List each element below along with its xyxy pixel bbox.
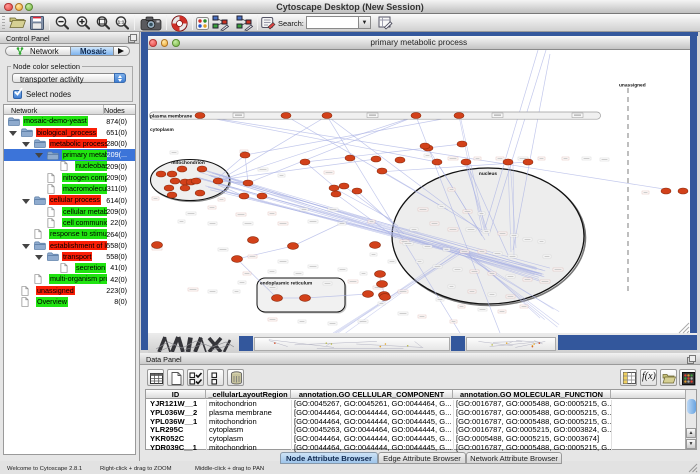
svg-text:nucleus: nucleus — [479, 171, 497, 177]
svg-text:plasma membrane: plasma membrane — [150, 114, 192, 120]
svg-text:mitochondrion: mitochondrion — [171, 160, 205, 166]
svg-text:1:1: 1:1 — [118, 19, 125, 24]
svg-text:endoplasmic reticulum: endoplasmic reticulum — [260, 281, 312, 287]
svg-text:cytoplasm: cytoplasm — [150, 127, 174, 133]
svg-text:unassigned: unassigned — [619, 83, 646, 89]
